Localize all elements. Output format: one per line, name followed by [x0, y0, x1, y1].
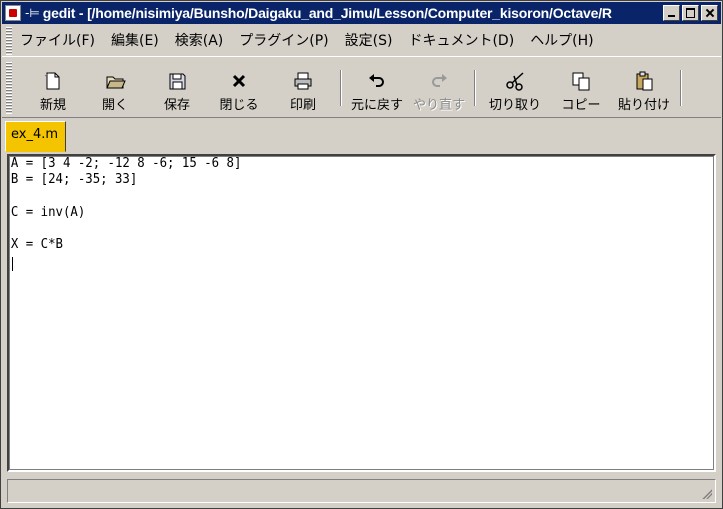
close-button[interactable]: 閉じる	[208, 62, 270, 114]
paste-button[interactable]: 貼り付け	[612, 62, 676, 114]
paste-clipboard-icon	[631, 70, 657, 92]
minimize-button[interactable]	[663, 5, 680, 21]
print-button-label: 印刷	[289, 97, 316, 113]
undo-arrow-icon	[364, 70, 390, 92]
toolbar: 新規 開く 保存 閉じる 印刷 元に戻す やり直す 切り取り コピー 貼り付け	[2, 58, 721, 118]
code-line[interactable]	[9, 253, 679, 269]
status-bar	[7, 479, 716, 503]
copy-button-label: コピー	[561, 97, 601, 113]
close-window-button[interactable]	[701, 5, 718, 21]
code-line[interactable]: B = [24; -35; 33]	[9, 172, 679, 188]
gedit-app-icon[interactable]	[5, 5, 21, 21]
open-button[interactable]: 開く	[84, 62, 146, 114]
open-button-label: 開く	[101, 97, 128, 113]
paste-button-label: 貼り付け	[617, 97, 670, 113]
code-line[interactable]: C = inv(A)	[9, 205, 679, 221]
menu-documents[interactable]: ドキュメント(D)	[400, 30, 522, 52]
gedit-window: -⊨ gedit - [/home/nisimiya/Bunsho/Daigak…	[0, 0, 723, 509]
code-line[interactable]: A = [3 4 -2; -12 8 -6; 15 -6 8]	[9, 156, 679, 172]
menu-bar: ファイル(F) 編集(E) 検索(A) プラグイン(P) 設定(S) ドキュメン…	[2, 25, 721, 57]
text-editor[interactable]: A = [3 4 -2; -12 8 -6; 15 -6 8] B = [24;…	[7, 154, 716, 472]
new-button-label: 新規	[39, 97, 66, 113]
resize-grip-handle[interactable]	[700, 487, 712, 499]
code-line[interactable]	[9, 221, 679, 237]
print-button[interactable]: 印刷	[270, 62, 336, 114]
menu-search[interactable]: 検索(A)	[167, 30, 232, 52]
toolbar-separator	[340, 69, 342, 106]
code-line[interactable]: X = C*B	[9, 237, 679, 253]
redo-button[interactable]: やり直す	[408, 62, 470, 114]
printer-icon	[290, 70, 316, 92]
toolbar-separator	[680, 69, 682, 106]
redo-button-label: やり直す	[412, 97, 465, 113]
undo-button[interactable]: 元に戻す	[346, 62, 408, 114]
copy-icon	[568, 70, 594, 92]
cut-button-label: 切り取り	[488, 97, 541, 113]
toolbar-grip-handle[interactable]	[6, 61, 12, 114]
save-disk-icon	[164, 70, 190, 92]
menu-edit[interactable]: 編集(E)	[103, 30, 167, 52]
new-document-icon	[40, 70, 66, 92]
toolbar-separator	[474, 69, 476, 106]
undo-button-label: 元に戻す	[350, 97, 403, 113]
pin-icon[interactable]: -⊨	[25, 6, 40, 20]
title-bar[interactable]: -⊨ gedit - [/home/nisimiya/Bunsho/Daigak…	[2, 2, 721, 24]
maximize-button[interactable]	[682, 5, 699, 21]
save-button-label: 保存	[163, 97, 190, 113]
menu-file[interactable]: ファイル(F)	[12, 30, 103, 52]
scissors-icon	[502, 70, 528, 92]
code-line[interactable]	[9, 188, 679, 204]
menu-settings[interactable]: 設定(S)	[337, 30, 401, 52]
menu-plugins[interactable]: プラグイン(P)	[231, 30, 336, 52]
close-x-icon	[226, 70, 252, 92]
open-folder-icon	[102, 70, 128, 92]
close-button-label: 閉じる	[219, 97, 259, 113]
document-tabs: ex_4.m	[2, 119, 721, 154]
text-cursor	[12, 257, 13, 271]
window-title: gedit - [/home/nisimiya/Bunsho/Daigaku_a…	[42, 5, 612, 21]
save-button[interactable]: 保存	[146, 62, 208, 114]
copy-button[interactable]: コピー	[550, 62, 612, 114]
redo-arrow-icon	[426, 70, 452, 92]
cut-button[interactable]: 切り取り	[480, 62, 550, 114]
new-button[interactable]: 新規	[22, 62, 84, 114]
menu-help[interactable]: ヘルプ(H)	[522, 30, 601, 52]
tab-ex-4-m[interactable]: ex_4.m	[5, 121, 66, 152]
